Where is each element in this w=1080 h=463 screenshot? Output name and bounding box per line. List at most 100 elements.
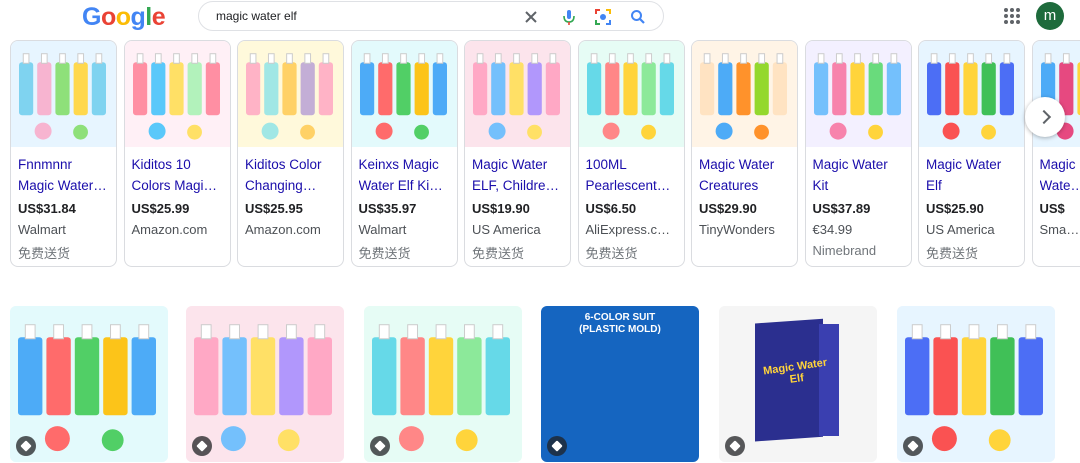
image-result-tile[interactable] (10, 306, 168, 462)
camera-lens-icon[interactable] (593, 7, 613, 27)
product-title-line[interactable]: Magic Water (472, 154, 566, 175)
product-image[interactable] (11, 41, 116, 147)
product-title[interactable]: Kiditos Color Changing… (245, 154, 339, 196)
product-card[interactable]: Magic Water ELF, Childre… US$19.90 US Am… (464, 40, 571, 267)
product-title-line[interactable]: Magic Water… (18, 175, 112, 196)
product-image[interactable] (351, 41, 457, 147)
product-title-line[interactable]: Wate… (1040, 175, 1080, 196)
product-shipping: 免费送货 (585, 246, 638, 261)
logo-letter: e (151, 3, 166, 31)
product-price: US$ (1039, 201, 1065, 216)
product-card[interactable]: Kiditos 10 Colors Magi… US$25.99 Amazon.… (123, 40, 231, 267)
product-title[interactable]: Fnnmnnr Magic Water… (18, 154, 112, 196)
product-title[interactable]: Magic Water Creatures (699, 154, 793, 196)
logo-letter: o (115, 3, 131, 31)
product-price: US$29.90 (699, 201, 757, 216)
product-title-line[interactable]: Elf (926, 175, 1020, 196)
top-bar: Google magic water elf m (0, 0, 1080, 36)
google-logo[interactable]: Google (82, 3, 166, 32)
microphone-icon[interactable] (559, 7, 579, 27)
product-image[interactable] (124, 41, 230, 147)
product-title-line[interactable]: 100ML (586, 154, 680, 175)
search-input[interactable]: magic water elf (216, 9, 297, 23)
product-card[interactable]: Fnnmnnr Magic Water… US$31.84 Walmart 免费… (10, 40, 117, 267)
product-image[interactable] (919, 41, 1024, 147)
product-price: US$35.97 (358, 201, 417, 216)
image-result-tile[interactable]: 6-COLOR SUIT (PLASTIC MOLD) (541, 306, 699, 462)
product-title[interactable]: Magic Water ELF, Childre… (472, 154, 566, 196)
product-card[interactable]: Keinxs Magic Water Elf Ki… US$35.97 Walm… (350, 40, 458, 267)
product-card[interactable]: Magic Wate… US$ Sma… (1031, 40, 1080, 267)
product-title-line[interactable]: Magic Water (813, 154, 907, 175)
product-tag-icon (192, 436, 212, 456)
shopping-carousel: Fnnmnnr Magic Water… US$31.84 Walmart 免费… (0, 40, 1080, 268)
product-title[interactable]: Kiditos 10 Colors Magi… (132, 154, 226, 196)
apps-grid-icon[interactable] (1003, 7, 1021, 25)
product-title-line[interactable]: Keinxs Magic (359, 154, 453, 175)
product-image[interactable] (238, 41, 343, 147)
product-image[interactable] (578, 41, 684, 147)
product-title-line[interactable]: Pearlescent… (586, 175, 680, 196)
product-price: US$25.90 (926, 201, 984, 216)
product-tag-icon (903, 436, 923, 456)
product-title-line[interactable]: Changing… (245, 175, 339, 196)
product-shipping: 免费送货 (472, 246, 525, 261)
clear-icon[interactable] (521, 7, 541, 27)
product-image[interactable] (465, 41, 570, 147)
product-price: US$25.95 (245, 201, 303, 216)
product-shipping: 免费送货 (18, 246, 71, 261)
product-card[interactable]: 100ML Pearlescent… US$6.50 AliExpress.c…… (577, 40, 685, 267)
tile-caption: 6-COLOR SUIT (PLASTIC MOLD) (579, 312, 661, 335)
product-merchant: Walmart (18, 222, 66, 237)
product-price: US$31.84 (18, 201, 76, 216)
product-price: US$19.90 (472, 201, 530, 216)
product-title-line[interactable]: Kit (813, 175, 907, 196)
search-icon[interactable] (628, 7, 648, 27)
image-result-tile[interactable] (364, 306, 522, 462)
avatar[interactable]: m (1036, 2, 1064, 30)
product-shipping: 免费送货 (926, 246, 979, 261)
carousel-next-button[interactable] (1025, 97, 1065, 137)
image-result-tile[interactable]: Magic Water Elf (719, 306, 877, 462)
product-title-line[interactable]: Fnnmnnr (18, 154, 112, 175)
product-merchant: US America (926, 222, 995, 237)
image-result-tile[interactable] (897, 306, 1055, 462)
product-image[interactable] (692, 41, 797, 147)
product-merchant: €34.99 (812, 222, 853, 237)
product-title-line[interactable]: Creatures (699, 175, 793, 196)
product-card[interactable]: Kiditos Color Changing… US$25.95 Amazon.… (237, 40, 344, 267)
product-title-line[interactable]: Kiditos 10 (132, 154, 226, 175)
product-title[interactable]: 100ML Pearlescent… (586, 154, 680, 196)
product-title-line[interactable]: Kiditos Color (245, 154, 339, 175)
product-merchant: Amazon.com (131, 222, 208, 237)
product-tag-icon (725, 436, 745, 456)
product-merchant: Walmart (358, 222, 407, 237)
product-title-line[interactable]: Water Elf Ki… (359, 175, 453, 196)
product-title-line[interactable]: Magic (1040, 154, 1080, 175)
product-merchant: AliExpress.c… (585, 222, 671, 237)
product-title-line[interactable]: ELF, Childre… (472, 175, 566, 196)
product-card[interactable]: Magic Water Kit US$37.89 €34.99 Nimebran… (804, 40, 912, 267)
product-merchant: Amazon.com (245, 222, 321, 237)
search-box[interactable]: magic water elf (198, 1, 664, 31)
product-card[interactable]: Magic Water Creatures US$29.90 TinyWonde… (691, 40, 798, 267)
logo-letter: g (130, 3, 146, 31)
product-title[interactable]: Magic Wate… (1040, 154, 1080, 196)
product-price: US$37.89 (812, 201, 871, 216)
product-title[interactable]: Magic Water Kit (813, 154, 907, 196)
product-title-line[interactable]: Magic Water (926, 154, 1020, 175)
product-title-line[interactable]: Magic Water (699, 154, 793, 175)
product-title[interactable]: Keinxs Magic Water Elf Ki… (359, 154, 453, 196)
product-merchant: Sma… (1039, 222, 1080, 237)
product-merchant: TinyWonders (699, 222, 775, 237)
product-tag-icon (16, 436, 36, 456)
product-title-line[interactable]: Colors Magi… (132, 175, 226, 196)
product-shipping: 免费送货 (358, 246, 411, 261)
product-card[interactable]: Magic Water Elf US$25.90 US America 免费送货 (918, 40, 1025, 267)
product-tag-icon (547, 436, 567, 456)
product-title[interactable]: Magic Water Elf (926, 154, 1020, 196)
product-image[interactable] (805, 41, 911, 147)
image-result-tile[interactable] (186, 306, 344, 462)
logo-letter: o (100, 3, 116, 31)
product-shipping: Nimebrand (812, 243, 877, 258)
